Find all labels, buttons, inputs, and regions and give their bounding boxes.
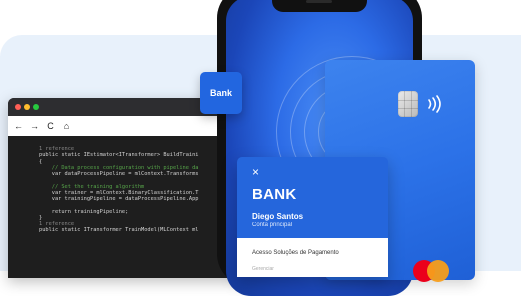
panel-title: BANK <box>252 186 297 203</box>
close-window-dot[interactable] <box>15 104 21 110</box>
menu-item-payment-solutions[interactable]: Acesso Soluções de Pagamento <box>252 250 352 257</box>
bank-tile-label: Bank <box>209 88 232 98</box>
forward-arrow-icon[interactable]: → <box>30 116 39 136</box>
menu-item-manage[interactable]: Gerenciar <box>252 266 274 272</box>
home-icon[interactable]: ⌂ <box>62 116 71 136</box>
menu-list: Acesso Soluções de Pagamento Gerenciar <box>237 238 388 277</box>
bank-app-tile[interactable]: Bank <box>200 72 242 114</box>
bank-menu-panel: × BANK Diego Santos Conta principal Aces… <box>237 157 388 277</box>
account-type: Conta principal <box>252 222 293 228</box>
back-arrow-icon[interactable]: ← <box>14 116 23 136</box>
user-name: Diego Santos <box>252 212 304 221</box>
maximize-window-dot[interactable] <box>33 104 39 110</box>
refresh-icon[interactable]: C <box>46 116 55 136</box>
contactless-icon <box>428 95 441 113</box>
minimize-window-dot[interactable] <box>24 104 30 110</box>
close-icon[interactable]: × <box>252 165 259 179</box>
mastercard-logo-right-icon <box>427 260 449 282</box>
phone-notch <box>272 0 367 12</box>
card-chip-icon <box>398 91 418 117</box>
